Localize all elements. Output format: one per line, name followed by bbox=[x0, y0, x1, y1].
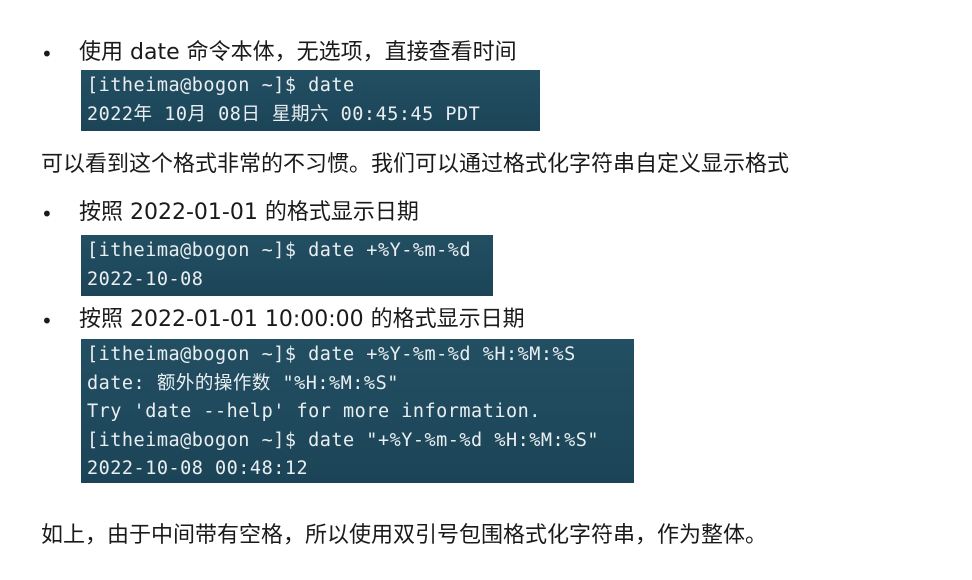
terminal-line: 2022-10-08 bbox=[87, 268, 204, 290]
terminal-line: [itheima@bogon ~]$ date "+%Y-%m-%d %H:%M… bbox=[87, 429, 600, 451]
terminal-line: [itheima@bogon ~]$ date bbox=[87, 75, 355, 96]
terminal-block-date-basic: [itheima@bogon ~]$ date 2022年 10月 08日 星期… bbox=[81, 70, 540, 131]
bullet-dot: • bbox=[41, 202, 53, 226]
terminal-line: [itheima@bogon ~]$ date +%Y-%m-%d %H:%M:… bbox=[87, 344, 576, 365]
paragraph-format-note: 可以看到这个格式非常的不习惯。我们可以通过格式化字符串自定义显示格式 bbox=[41, 152, 790, 177]
terminal-line: 2022-10-08 00:48:12 bbox=[87, 458, 309, 479]
terminal-line: Try 'date --help' for more information. bbox=[87, 401, 541, 422]
bullet-text: 按照 2022-01-01 的格式显示日期 bbox=[79, 200, 419, 225]
terminal-line: date: 额外的操作数 "%H:%M:%S" bbox=[87, 372, 399, 394]
terminal-block-date-format: [itheima@bogon ~]$ date +%Y-%m-%d 2022-1… bbox=[81, 235, 493, 296]
terminal-block-datetime-format: [itheima@bogon ~]$ date +%Y-%m-%d %H:%M:… bbox=[81, 339, 634, 483]
paragraph-quote-note: 如上，由于中间带有空格，所以使用双引号包围格式化字符串，作为整体。 bbox=[41, 523, 768, 548]
bullet-text: 按照 2022-01-01 10:00:00 的格式显示日期 bbox=[79, 307, 525, 332]
terminal-line: 2022年 10月 08日 星期六 00:45:45 PDT bbox=[87, 103, 481, 125]
bullet-dot: • bbox=[41, 309, 53, 333]
bullet-dot: • bbox=[41, 42, 53, 66]
terminal-line: [itheima@bogon ~]$ date +%Y-%m-%d bbox=[87, 240, 472, 261]
bullet-text: 使用 date 命令本体，无选项，直接查看时间 bbox=[79, 40, 517, 65]
